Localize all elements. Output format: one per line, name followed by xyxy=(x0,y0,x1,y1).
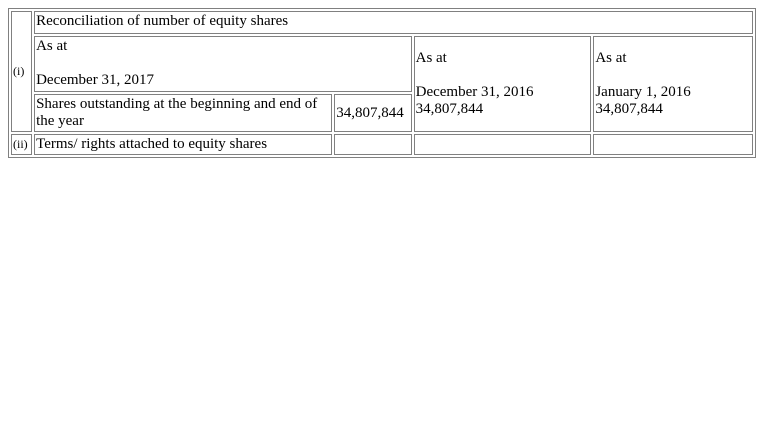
section-i-label: (i) xyxy=(11,11,33,132)
col-2016-header: As at December 31, 2016 34,807,844 xyxy=(413,36,592,132)
col-2017-date: December 31, 2017 xyxy=(36,72,154,88)
col-2016-value: 34,807,844 xyxy=(415,101,484,117)
shares-outstanding-label: Shares outstanding at the beginning and … xyxy=(34,94,333,132)
col-2016-as-at: As at xyxy=(415,50,447,66)
col-jan2016-value: 34,807,844 xyxy=(595,101,663,117)
shares-outstanding-2017-value: 34,807,844 xyxy=(334,94,412,132)
col-jan2016-date: January 1, 2016 xyxy=(595,84,691,100)
col-2017-header: As at December 31, 2017 xyxy=(34,36,412,92)
section-ii-empty-cell-3 xyxy=(593,134,753,155)
section-ii-label: (ii) xyxy=(11,134,33,155)
col-2017-as-at: As at xyxy=(36,38,68,54)
section-i-title: Reconciliation of number of equity share… xyxy=(34,11,753,34)
section-ii-title: Terms/ rights attached to equity shares xyxy=(34,134,333,155)
section-ii-empty-cell-2 xyxy=(413,134,592,155)
col-jan2016-as-at: As at xyxy=(595,50,627,66)
col-jan2016-header: As at January 1, 2016 34,807,844 xyxy=(593,36,753,132)
section-ii-empty-cell-1 xyxy=(334,134,412,155)
equity-shares-table: (i) Reconciliation of number of equity s… xyxy=(8,8,756,158)
col-2016-date: December 31, 2016 xyxy=(415,84,534,100)
